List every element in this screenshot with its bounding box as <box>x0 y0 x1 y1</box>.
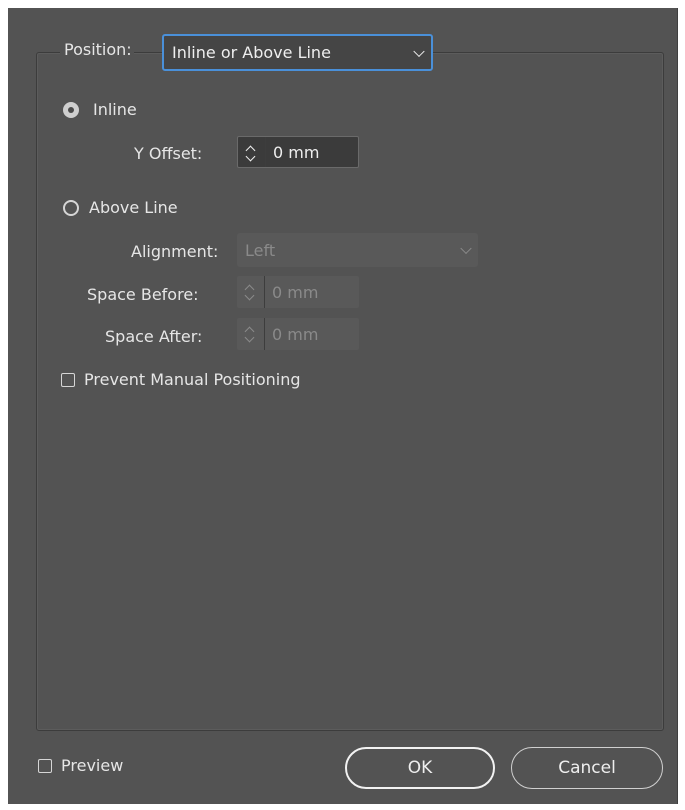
above-line-radio[interactable] <box>63 200 79 216</box>
alignment-dropdown[interactable]: Left <box>237 233 478 267</box>
cancel-button[interactable]: Cancel <box>511 747 663 789</box>
position-dropdown-value: Inline or Above Line <box>172 43 331 62</box>
stepper-arrows-icon[interactable] <box>237 276 265 308</box>
preview-checkbox[interactable] <box>38 759 52 773</box>
anchored-object-options-dialog: Position: Inline or Above Line Inline Y … <box>8 8 678 804</box>
inline-radio[interactable] <box>63 102 79 118</box>
space-after-label: Space After: <box>105 327 203 346</box>
prevent-manual-positioning-checkbox[interactable] <box>61 373 75 387</box>
inline-label[interactable]: Inline <box>93 100 137 119</box>
above-line-label[interactable]: Above Line <box>89 198 178 217</box>
space-before-value[interactable]: 0 mm <box>265 283 318 302</box>
space-after-value[interactable]: 0 mm <box>265 325 318 344</box>
position-label: Position: <box>60 40 134 59</box>
ok-button[interactable]: OK <box>345 747 495 789</box>
chevron-down-icon <box>413 45 425 57</box>
preview-label[interactable]: Preview <box>61 756 123 775</box>
y-offset-value[interactable]: 0 mm <box>266 143 319 162</box>
chevron-down-icon <box>460 242 472 255</box>
y-offset-label: Y Offset: <box>134 144 203 163</box>
alignment-dropdown-value: Left <box>245 240 276 260</box>
space-before-label: Space Before: <box>87 285 199 304</box>
space-after-field[interactable]: 0 mm <box>237 318 359 350</box>
prevent-manual-positioning-label[interactable]: Prevent Manual Positioning <box>84 370 301 389</box>
space-before-field[interactable]: 0 mm <box>237 276 359 308</box>
y-offset-field[interactable]: 0 mm <box>237 136 359 168</box>
position-dropdown[interactable]: Inline or Above Line <box>162 34 433 71</box>
stepper-arrows-icon[interactable] <box>238 137 266 167</box>
stepper-arrows-icon[interactable] <box>237 318 265 350</box>
alignment-label: Alignment: <box>131 242 219 261</box>
